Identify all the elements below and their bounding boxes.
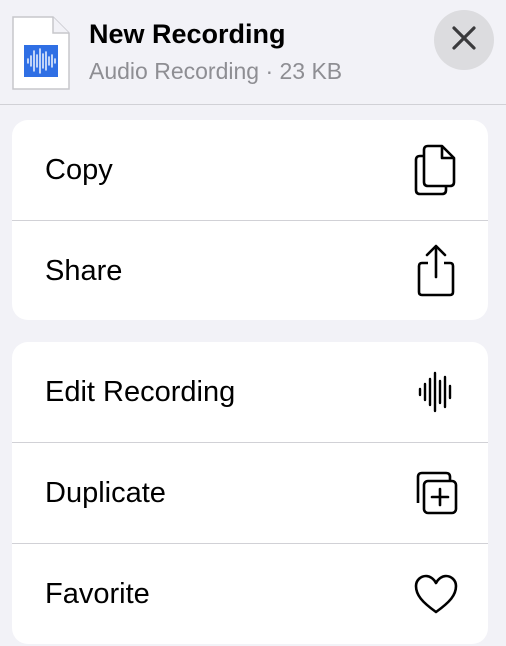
menu-item-label: Favorite — [45, 578, 150, 610]
copy-icon — [412, 144, 460, 196]
menu-item-label: Share — [45, 255, 123, 287]
file-title: New Recording — [89, 19, 286, 49]
close-icon — [451, 25, 477, 56]
menu-item-share[interactable]: Share — [12, 220, 488, 320]
menu-group-secondary: Edit Recording Duplicate Favorite — [12, 342, 488, 644]
menu-item-edit-recording[interactable]: Edit Recording — [12, 342, 488, 442]
menu-item-label: Edit Recording — [45, 376, 236, 408]
menu-item-label: Duplicate — [45, 477, 166, 509]
file-subtitle: Audio Recording · 23 KB — [89, 58, 343, 84]
menu-group-primary: Copy Share — [12, 120, 488, 320]
sheet-header: New Recording Audio Recording · 23 KB — [0, 0, 506, 105]
close-button[interactable] — [434, 10, 494, 70]
audio-file-icon — [11, 15, 71, 91]
menu-item-duplicate[interactable]: Duplicate — [12, 442, 488, 543]
share-icon — [412, 244, 460, 297]
waveform-icon — [412, 368, 460, 416]
action-sheet: New Recording Audio Recording · 23 KB Co… — [0, 0, 506, 646]
duplicate-icon — [412, 469, 460, 517]
heart-icon — [412, 570, 460, 618]
menu-item-label: Copy — [45, 154, 113, 186]
menu-item-favorite[interactable]: Favorite — [12, 543, 488, 644]
menu-item-copy[interactable]: Copy — [12, 120, 488, 220]
